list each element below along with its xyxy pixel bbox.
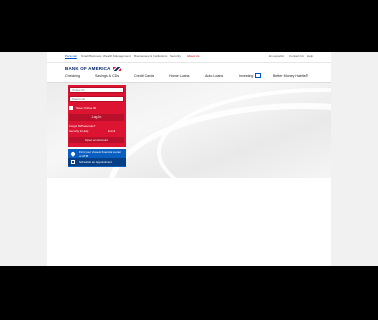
main-nav: Checking Savings & CDs Credit Cards Home… <box>47 72 331 83</box>
merrill-edge-icon <box>255 73 261 78</box>
save-id-label: Save Online ID <box>76 106 97 110</box>
nav-credit-cards[interactable]: Credit Cards <box>134 74 154 78</box>
page-background: Personal Small Business Wealth Managemen… <box>0 52 378 266</box>
topnav-wealth-management[interactable]: Wealth Management <box>103 54 131 58</box>
nav-auto-loans[interactable]: Auto Loans <box>205 74 223 78</box>
login-button[interactable]: Log In <box>69 114 124 121</box>
nav-home-loans[interactable]: Home Loans <box>169 74 189 78</box>
signin-box: Online ID Passcode Save Online ID Log In… <box>68 85 126 147</box>
schedule-appointment-button[interactable]: Schedule an Appointment <box>68 158 126 166</box>
topnav-espanol[interactable]: En español <box>269 54 284 58</box>
nav-investing[interactable]: Investing <box>239 74 253 78</box>
open-account-button[interactable]: Open an Account <box>69 137 124 143</box>
bank-logo[interactable]: BANK OF AMERICA <box>65 66 121 71</box>
map-pin-icon <box>70 151 76 157</box>
nav-better-money-habits[interactable]: Better Money Habits® <box>273 74 308 78</box>
topnav-security[interactable]: Security <box>170 54 181 58</box>
forgot-passcode-link[interactable]: Forgot ID/Passcode? <box>69 124 95 128</box>
passcode-field[interactable]: Passcode <box>69 96 124 102</box>
nav-checking[interactable]: Checking <box>65 74 80 78</box>
topnav-businesses-institutions[interactable]: Businesses & Institutions <box>134 54 167 58</box>
topnav-contact-us[interactable]: Contact Us <box>289 54 304 58</box>
save-id-checkbox[interactable] <box>69 106 73 110</box>
appointment-label: Schedule an Appointment <box>79 160 112 164</box>
bank-name: BANK OF AMERICA <box>65 66 111 71</box>
enroll-link[interactable]: Enroll <box>108 129 115 133</box>
content-area: Personal Small Business Wealth Managemen… <box>47 52 331 266</box>
topnav-personal[interactable]: Personal <box>65 54 77 58</box>
topnav-about-us[interactable]: About Us <box>187 54 199 58</box>
topnav-help[interactable]: Help <box>307 54 313 58</box>
flag-logo-icon <box>112 66 121 71</box>
calendar-icon <box>71 160 75 164</box>
hero-swoosh <box>157 88 331 178</box>
security-help-link[interactable]: Security & Help <box>69 129 88 133</box>
online-id-field[interactable]: Online ID <box>69 87 124 93</box>
nav-savings-cds[interactable]: Savings & CDs <box>95 74 119 78</box>
topnav-small-business[interactable]: Small Business <box>81 54 102 58</box>
